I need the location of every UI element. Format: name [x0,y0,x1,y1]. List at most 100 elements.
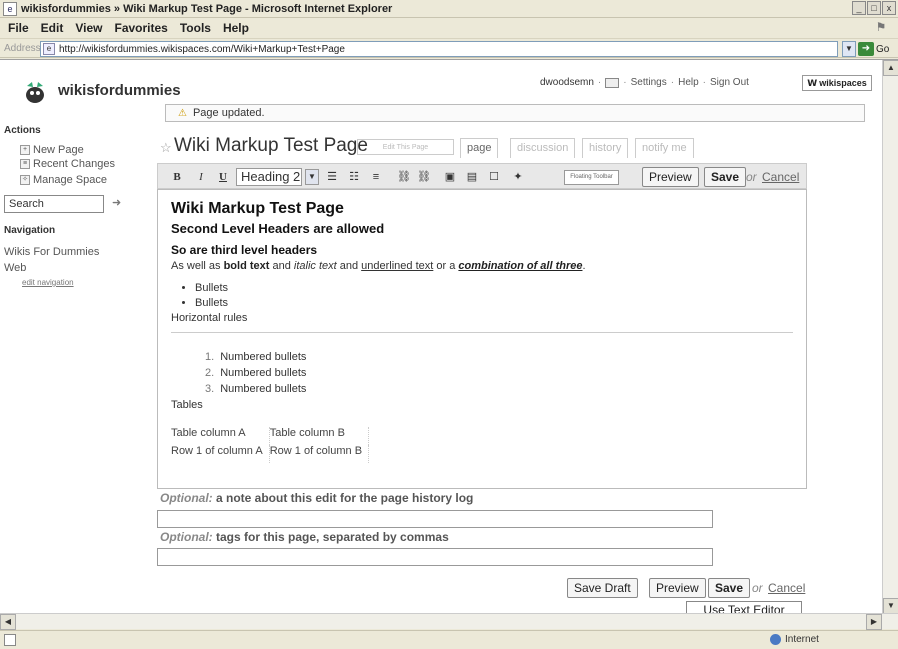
menu-favorites[interactable]: Favorites [114,21,167,35]
table-cell: Table column A [171,427,270,445]
tab-discussion[interactable]: discussion [510,138,576,158]
underline-button[interactable]: U [216,169,230,185]
list-item: 2. Numbered bullets [205,367,307,379]
sidebar-item-recent-changes[interactable]: ≡ Recent Changes [20,158,115,170]
save-draft-button[interactable]: Save Draft [567,578,638,598]
table-row: Row 1 of column A Row 1 of column B [171,445,370,463]
address-bar: Address e http://wikisfordummies.wikispa… [0,38,898,58]
scroll-right-icon[interactable]: ▶ [866,614,882,630]
nav-item-wikis-for-dummies[interactable]: Wikis For Dummies [4,246,99,258]
horizontal-rule-icon[interactable]: ≡ [368,169,384,185]
content-heading-3: So are third level headers [171,243,318,257]
menu-view[interactable]: View [75,21,102,35]
content-heading-1: Wiki Markup Test Page [171,200,344,217]
heading-select[interactable]: Heading 2 [236,168,302,186]
ie-app-icon: e [3,1,17,16]
horizontal-rule [171,332,793,333]
globe-icon [770,634,781,645]
close-button[interactable]: x [882,1,896,15]
save-button[interactable]: Save [704,167,747,187]
bold-button[interactable]: B [170,169,184,185]
page-status-icon [4,634,16,646]
sidebar-item-new-page[interactable]: + New Page [20,144,84,156]
scroll-up-icon[interactable]: ▲ [883,60,898,76]
menu-tools[interactable]: Tools [180,21,211,35]
widget-icon[interactable]: ▤ [464,169,480,185]
numbered-list: 1. Numbered bullets 2. Numbered bullets 3.… [205,351,793,395]
italic-button[interactable]: I [194,169,208,185]
preview-button[interactable]: Preview [642,167,699,187]
page-icon: e [43,43,55,55]
tab-notify-me[interactable]: notify me [635,138,694,158]
nav-item-web[interactable]: Web [4,262,26,274]
save-button-bottom[interactable]: Save [708,578,751,598]
menu-file[interactable]: File [8,21,29,35]
go-button[interactable]: ➜ Go [858,41,896,57]
notice-text: Page updated. [192,107,265,119]
use-text-editor-button[interactable]: Use Text Editor [686,601,802,613]
floating-toolbar-button[interactable]: Floating Toolbar [564,170,619,185]
bulleted-list-icon[interactable]: ☷ [346,169,362,185]
table-icon[interactable]: ☐ [486,169,502,185]
cancel-link[interactable]: Cancel [762,170,799,184]
link-icon[interactable]: ⛓ [396,169,412,185]
horizontal-scrollbar[interactable]: ◀ ▶ [0,613,898,630]
edit-note-label: Optional: a note about this edit for the… [160,491,474,505]
scroll-left-icon[interactable]: ◀ [0,614,16,630]
menu-edit[interactable]: Edit [41,21,64,35]
favorite-star-icon[interactable]: ☆ [160,140,172,156]
preview-button-bottom[interactable]: Preview [649,578,706,598]
numbered-list-icon[interactable]: ☰ [324,169,340,185]
address-dropdown-icon[interactable]: ▼ [842,41,856,57]
bullet-list: Bullets Bullets [195,282,793,309]
or-label: or [746,170,757,184]
help-link[interactable]: Help [678,77,699,88]
edit-this-page-button[interactable]: Edit This Page [357,139,454,155]
chevron-down-icon[interactable]: ▼ [305,169,319,185]
underlined-text: underlined text [361,260,434,272]
manage-space-icon: ✧ [20,175,30,185]
security-zone: Internet [770,634,819,645]
recent-changes-icon: ≡ [20,159,30,169]
navigation-heading: Navigation [4,225,56,236]
settings-link[interactable]: Settings [631,77,667,88]
content-heading-2: Second Level Headers are allowed [171,221,385,236]
table-cell: Row 1 of column A [171,445,270,463]
content-table: Table column A Table column B Row 1 of c… [171,427,370,463]
maximize-button[interactable]: □ [867,1,881,15]
title-bar: e wikisfordummies » Wiki Markup Test Pag… [0,0,898,18]
list-item: 1. Numbered bullets [205,351,307,363]
unlink-icon[interactable]: ⛓ [416,169,432,185]
menu-help[interactable]: Help [223,21,249,35]
new-page-icon: + [20,145,30,155]
scroll-down-icon[interactable]: ▼ [883,598,898,613]
site-name[interactable]: wikisfordummies [58,82,181,99]
table-row: Table column A Table column B [171,427,370,445]
search-go-icon[interactable]: ➜ [112,196,126,210]
windows-flag-icon: ⚑ [875,20,887,34]
wikispaces-badge[interactable]: 𝗪 wikispaces [802,75,872,91]
address-url: http://wikisfordummies.wikispaces.com/Wi… [59,43,345,55]
edit-note-input[interactable] [157,510,713,528]
tab-history[interactable]: history [582,138,629,158]
username-link[interactable]: dwoodsemn [540,77,594,88]
page-title: Wiki Markup Test Page [174,135,368,156]
sign-out-link[interactable]: Sign Out [710,77,749,88]
search-input[interactable]: Search [4,195,104,213]
mail-icon[interactable] [605,77,620,88]
vertical-scrollbar[interactable]: ▲ ▼ [882,60,898,613]
edit-navigation-link[interactable]: edit navigation [22,278,74,287]
editor-area[interactable]: Wiki Markup Test Page Second Level Heade… [157,189,807,489]
sidebar-item-manage-space[interactable]: ✧ Manage Space [20,174,107,186]
go-arrow-icon: ➜ [858,42,874,56]
minimize-button[interactable]: _ [852,1,866,15]
image-icon[interactable]: ▣ [442,169,458,185]
cancel-link-bottom[interactable]: Cancel [768,581,805,595]
address-input[interactable]: e http://wikisfordummies.wikispaces.com/… [40,41,838,57]
tags-input[interactable] [157,548,713,566]
table-cell: Row 1 of column B [269,445,370,463]
menu-bar: File Edit View Favorites Tools Help ⚑ [0,19,898,37]
special-chars-icon[interactable]: ✦ [510,169,526,185]
browser-viewport: wikisfordummies dwoodsemn · · Settings ·… [0,59,898,613]
tab-page[interactable]: page [460,138,499,158]
